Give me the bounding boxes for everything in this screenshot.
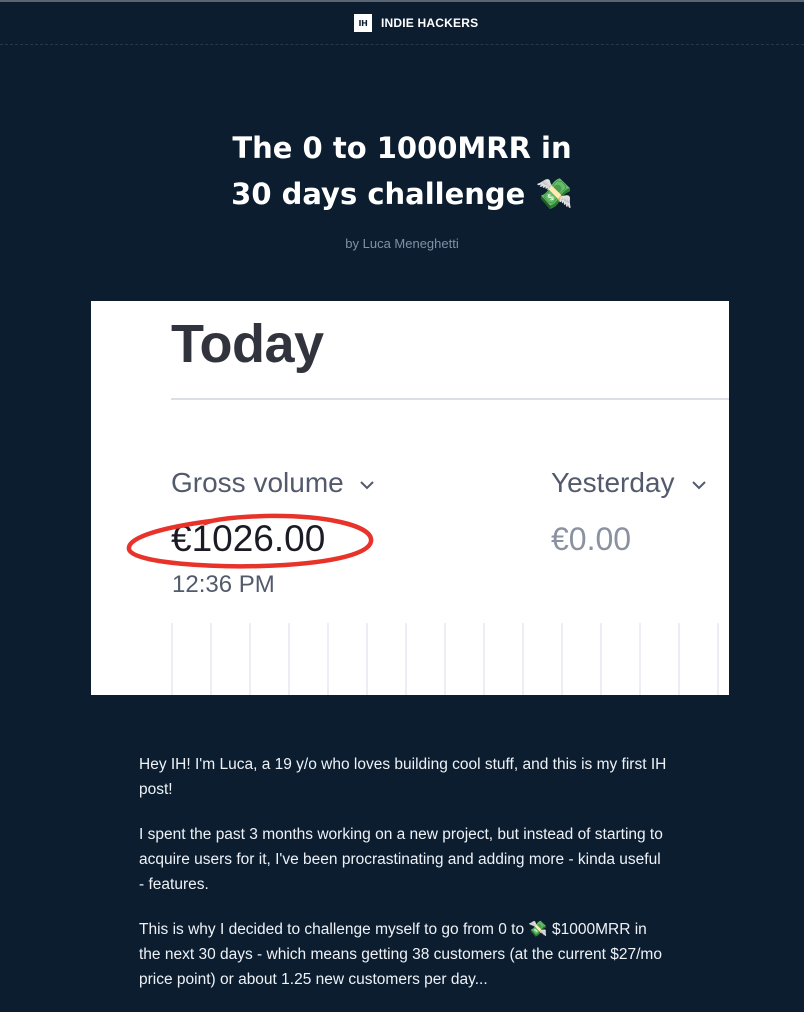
- gridline: [405, 623, 407, 695]
- gridline: [522, 623, 524, 695]
- post-title-line1: The 0 to 1000MRR in: [232, 131, 572, 165]
- gridline: [366, 623, 368, 695]
- post-image-stripe-dashboard: Today Gross volume Yesterday €1026.00 €0…: [91, 301, 729, 695]
- post-body: Hey IH! I'm Luca, a 19 y/o who loves bui…: [139, 752, 669, 1012]
- gross-volume-time: 12:36 PM: [172, 571, 275, 598]
- post-title-line2: 30 days challenge: [231, 177, 526, 211]
- yesterday-label: Yesterday: [551, 467, 675, 498]
- yesterday-value: €0.00: [551, 521, 632, 557]
- chart-gridlines: [171, 623, 729, 695]
- money-with-wings-icon: 💸: [535, 177, 573, 212]
- gridline: [210, 623, 212, 695]
- post-paragraph-3: This is why I decided to challenge mysel…: [139, 921, 662, 988]
- post-paragraph-1: Hey IH! I'm Luca, a 19 y/o who loves bui…: [139, 756, 667, 798]
- gridline: [444, 623, 446, 695]
- gridline: [171, 623, 173, 695]
- post-paragraph-2: I spent the past 3 months working on a n…: [139, 826, 663, 893]
- dashboard-rule: [171, 398, 729, 400]
- chevron-down-icon: [360, 481, 374, 490]
- gridline: [639, 623, 641, 695]
- chevron-down-icon: [692, 481, 706, 490]
- site-name: INDIE HACKERS: [381, 16, 479, 30]
- gridline: [327, 623, 329, 695]
- post-byline[interactable]: by Luca Meneghetti: [0, 236, 804, 251]
- gridline: [600, 623, 602, 695]
- post-title-line2-wrap: 30 days challenge 💸: [0, 171, 804, 218]
- indie-hackers-logo: IH: [354, 14, 372, 32]
- red-circle-annotation: [126, 513, 374, 569]
- nav-divider: [0, 44, 804, 45]
- gridline: [288, 623, 290, 695]
- post-title: The 0 to 1000MRR in 30 days challenge 💸: [0, 125, 804, 218]
- brand-link[interactable]: IH INDIE HACKERS: [354, 14, 478, 32]
- gridline: [561, 623, 563, 695]
- dashboard-heading: Today: [171, 314, 324, 374]
- top-nav: IH INDIE HACKERS: [0, 0, 804, 46]
- gridline: [717, 623, 719, 695]
- gridline: [249, 623, 251, 695]
- gridline: [483, 623, 485, 695]
- gridline: [678, 623, 680, 695]
- gross-volume-label: Gross volume: [171, 467, 344, 498]
